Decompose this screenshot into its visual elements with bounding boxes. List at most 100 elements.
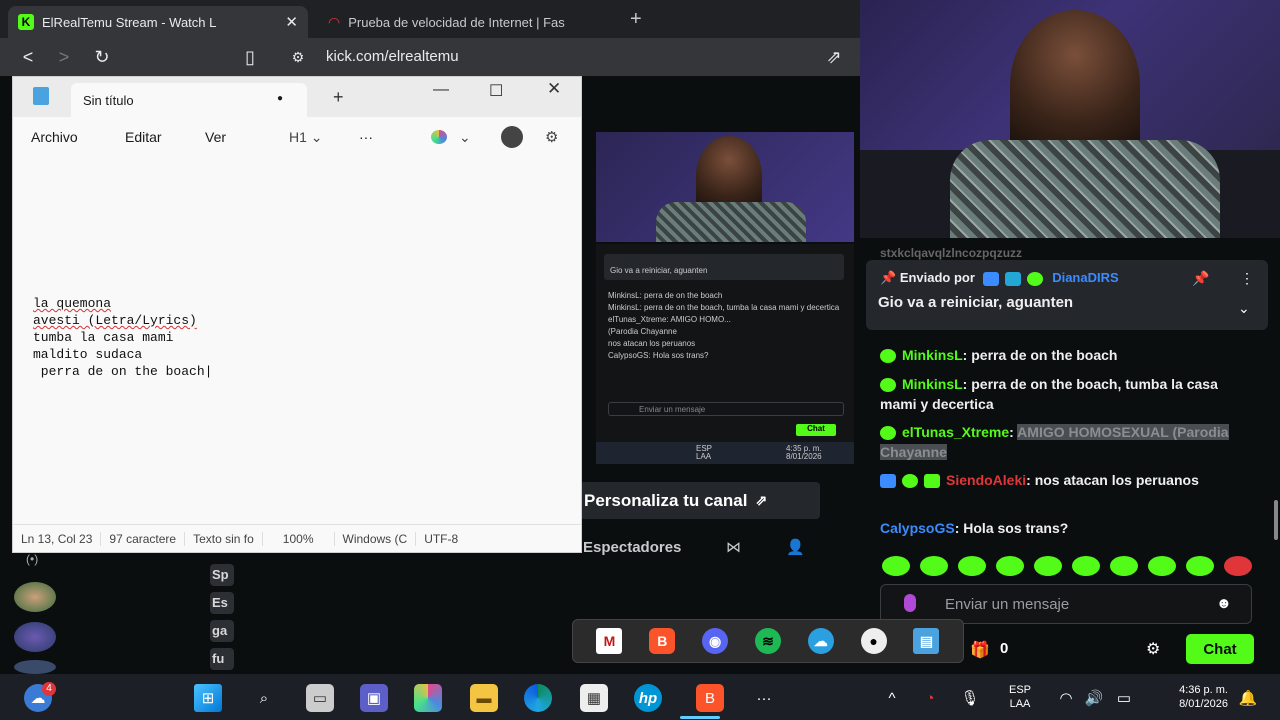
- customize-label: Personaliza tu canal: [584, 490, 748, 510]
- scrollbar[interactable]: [1274, 500, 1278, 540]
- more-icon[interactable]: ···: [750, 684, 778, 712]
- heading-select[interactable]: H1 ⌄: [289, 129, 323, 146]
- chevron-down-icon[interactable]: ⌄: [1238, 300, 1250, 317]
- brave-icon[interactable]: B: [696, 684, 724, 712]
- chevron-down-icon[interactable]: ⌄: [459, 129, 471, 146]
- gift-icon[interactable]: 🎁: [970, 640, 990, 660]
- avatar[interactable]: [14, 660, 56, 674]
- badge-icon: [880, 378, 896, 393]
- menu-archivo[interactable]: Archivo: [31, 129, 78, 145]
- maximize-icon[interactable]: ☐: [489, 81, 503, 101]
- menu-editar[interactable]: Editar: [125, 129, 162, 145]
- discord-icon[interactable]: ◉: [702, 628, 729, 654]
- emote-icon[interactable]: [958, 556, 986, 576]
- notifications-icon[interactable]: 🔔: [1234, 684, 1262, 712]
- notepad-app-icon: [33, 87, 49, 105]
- file-explorer-icon[interactable]: ▬: [470, 684, 498, 712]
- emote-icon[interactable]: [1186, 556, 1214, 576]
- mini-chat-lines: MinkinsL: perra de on the boach MinkinsL…: [608, 290, 844, 362]
- red-tray-icon[interactable]: ◔: [916, 684, 944, 712]
- menu-ver[interactable]: Ver: [205, 129, 226, 145]
- hp-icon[interactable]: hp: [634, 684, 662, 712]
- battery-icon[interactable]: ▭: [1110, 684, 1138, 712]
- language-indicator[interactable]: ESP LAA: [1000, 683, 1040, 711]
- chat-send-button[interactable]: Chat: [1186, 634, 1254, 664]
- cloud-icon[interactable]: ☁: [807, 628, 834, 654]
- heading-select-value: H1: [289, 128, 307, 145]
- pin-action-icon[interactable]: 📌: [1192, 270, 1209, 287]
- notepad-tab[interactable]: Sin título ●: [71, 83, 307, 117]
- tray-overflow-popup: M B ◉ ≋ ☁ ● ▤: [572, 619, 964, 663]
- mcafee-icon[interactable]: M: [596, 628, 623, 654]
- notepad-tray-icon[interactable]: ▤: [913, 628, 940, 654]
- tray-expand-icon[interactable]: ^: [878, 684, 906, 712]
- task-view-icon[interactable]: ▭: [306, 684, 334, 712]
- status-encoding: UTF-8: [415, 531, 466, 546]
- store-icon[interactable]: ▦: [580, 684, 608, 712]
- volume-icon[interactable]: 🔊: [1080, 684, 1108, 712]
- brave-icon[interactable]: B: [649, 628, 676, 654]
- emote-icon[interactable]: [1110, 556, 1138, 576]
- site-info-icon[interactable]: ⚙: [280, 49, 316, 66]
- copilot-icon[interactable]: [414, 684, 442, 712]
- new-tab-icon[interactable]: +: [630, 8, 642, 31]
- emoji-icon[interactable]: ☻: [1216, 595, 1232, 612]
- share-icon[interactable]: ⇗: [816, 47, 852, 68]
- avatar[interactable]: [14, 582, 56, 612]
- chat-username[interactable]: MinkinsL: [902, 376, 963, 392]
- badge-icon: [880, 474, 896, 489]
- mini-line: CalypsoGS: Hola sos trans?: [608, 351, 709, 360]
- chat-input[interactable]: Enviar un mensaje: [880, 584, 1252, 624]
- add-user-icon[interactable]: 👤: [786, 538, 805, 556]
- microphone-icon[interactable]: [904, 594, 916, 612]
- chat-text: Hola sos trans?: [963, 520, 1069, 536]
- new-tab-icon[interactable]: +: [333, 87, 344, 108]
- emote-icon[interactable]: [1148, 556, 1176, 576]
- spotify-icon[interactable]: ≋: [754, 628, 781, 654]
- forward-icon[interactable]: >: [46, 47, 82, 68]
- minimize-icon[interactable]: —: [433, 81, 449, 99]
- chat-username[interactable]: MinkinsL: [902, 347, 963, 363]
- back-icon[interactable]: <: [10, 47, 46, 68]
- bookmark-icon[interactable]: ▯: [232, 47, 268, 68]
- close-icon[interactable]: ✕: [547, 79, 561, 99]
- chat-username[interactable]: elTunas_Xtreme: [902, 424, 1009, 440]
- microphone-icon[interactable]: 🎙: [956, 684, 984, 712]
- clock[interactable]: 4:36 p. m. 8/01/2026: [1148, 683, 1228, 711]
- windows-start-icon[interactable]: ⊞: [194, 684, 222, 712]
- status-format[interactable]: Texto sin fo: [184, 531, 262, 546]
- pinned-user[interactable]: DianaDIRS: [1052, 270, 1118, 285]
- share-icon[interactable]: ⋈: [726, 538, 741, 556]
- emote-icon[interactable]: [1224, 556, 1252, 576]
- emote-icon[interactable]: [1034, 556, 1062, 576]
- avatar[interactable]: [14, 622, 56, 652]
- reload-icon[interactable]: ↻: [84, 47, 120, 68]
- emote-icon[interactable]: [920, 556, 948, 576]
- more-icon[interactable]: ⋮: [1240, 270, 1254, 287]
- edge-icon[interactable]: [524, 684, 552, 712]
- settings-icon[interactable]: ⚙: [1146, 639, 1160, 659]
- emote-icon[interactable]: [882, 556, 910, 576]
- tab-kick-stream[interactable]: K ElRealTemu Stream - Watch L ✕: [8, 6, 308, 38]
- emote-icon[interactable]: [1072, 556, 1100, 576]
- customize-channel-button[interactable]: Personaliza tu canal ⇗: [580, 482, 820, 519]
- lang-top: ESP: [1008, 684, 1031, 696]
- url-field[interactable]: kick.com/elrealtemu: [326, 48, 459, 65]
- avatar[interactable]: [501, 126, 523, 148]
- search-icon[interactable]: ⌕: [250, 684, 278, 712]
- notepad-editor[interactable]: la quemona avesti (Letra/Lyrics) tumba l…: [33, 295, 212, 380]
- notepad-titlebar: Sin título ● + — ☐ ✕: [13, 77, 581, 117]
- more-icon[interactable]: ···: [359, 129, 373, 145]
- chat-username[interactable]: CalypsoGS: [880, 520, 955, 536]
- obs-icon[interactable]: ●: [860, 628, 887, 654]
- teams-icon[interactable]: ▣: [360, 684, 388, 712]
- emote-icon[interactable]: [996, 556, 1024, 576]
- chat-username[interactable]: SiendoAleki: [946, 472, 1026, 488]
- mini-line: MinkinsL: perra de on the boach: [608, 291, 723, 300]
- settings-icon[interactable]: ⚙: [545, 128, 558, 146]
- close-icon[interactable]: ✕: [285, 13, 298, 31]
- wifi-icon[interactable]: ◠: [1052, 684, 1080, 712]
- copilot-icon[interactable]: [431, 130, 447, 144]
- badge-icon: [902, 474, 918, 489]
- tab-speedtest[interactable]: ◠ Prueba de velocidad de Internet | Fas: [318, 6, 618, 38]
